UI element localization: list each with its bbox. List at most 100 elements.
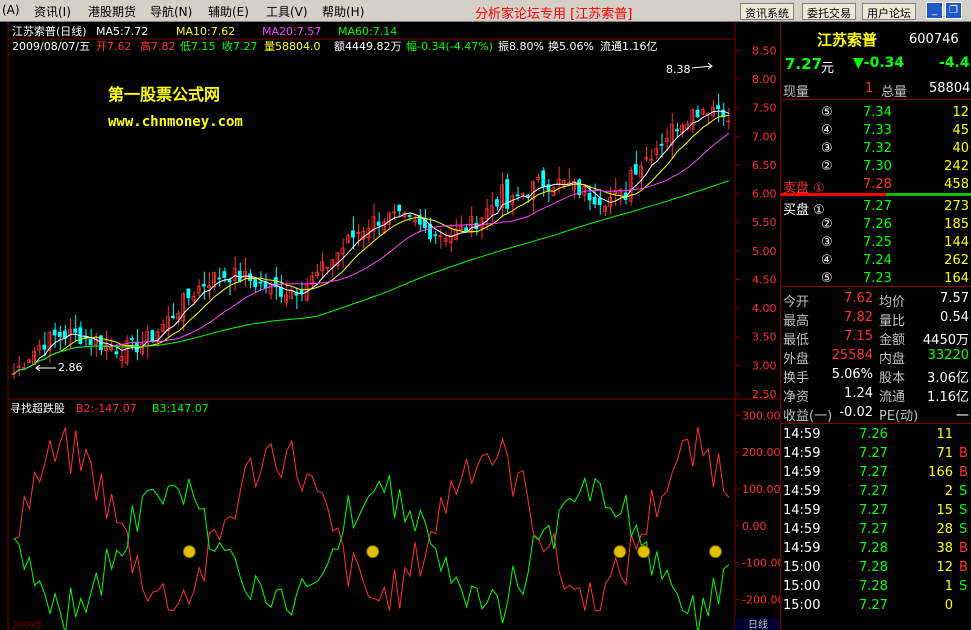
- tick-side: S: [959, 522, 968, 537]
- price-tick-label: 3.50: [752, 331, 777, 344]
- sell-price: 7.32: [863, 141, 892, 156]
- restore-icon[interactable]: ❐: [945, 2, 962, 19]
- stat-row: 换手 5.06% 股本 3.06亿: [781, 366, 971, 386]
- tick-price: 7.27: [859, 598, 888, 613]
- candle-body: [150, 330, 155, 342]
- candle-body: [237, 270, 242, 282]
- sell-level-label: ③: [821, 141, 833, 156]
- buy-volume: 262: [944, 253, 969, 268]
- stat-row: 最高 7.82 量比 0.54: [781, 309, 971, 329]
- tick-time: 15:00: [783, 560, 821, 575]
- stat-row: 今开 7.62 均价 7.57: [781, 290, 971, 310]
- menu-bar: (A) 资讯(I) 港股期货 导航(N) 辅助(E) 工具(V) 帮助(H) 分…: [0, 0, 971, 22]
- sell-volume: 12: [952, 105, 969, 120]
- stock-code: 600746: [909, 32, 959, 47]
- buy-price: 7.23: [863, 271, 892, 286]
- sell-row: ③ 7.32 40: [781, 140, 971, 158]
- stat-label-2: 流通: [879, 390, 906, 405]
- period-label[interactable]: 日线: [748, 618, 768, 630]
- tick-volume: 38: [936, 541, 953, 556]
- stat-value: 5.06%: [831, 367, 873, 382]
- tick-volume: 0: [944, 598, 953, 613]
- candle-body: [227, 279, 232, 283]
- candle-body: [52, 329, 57, 336]
- low-marker: 2.86: [58, 361, 83, 374]
- price-change: ▼-0.34: [853, 55, 905, 71]
- stat-label: 外盘: [783, 352, 810, 367]
- buy-level-label: ②: [821, 217, 833, 232]
- menu-item-nav[interactable]: 导航(N): [150, 3, 192, 20]
- candle-body: [407, 215, 412, 217]
- indicator-tick-label: -100.00: [742, 557, 780, 570]
- stat-label-2: 股本: [879, 371, 906, 386]
- sell-row: ④ 7.33 45: [781, 122, 971, 140]
- tick-volume: 166: [928, 465, 953, 480]
- price-tick-label: 6.00: [752, 188, 777, 201]
- stat-value: 25584: [831, 348, 873, 363]
- tick-side: B: [959, 465, 968, 480]
- candle-body: [217, 277, 222, 280]
- trade-button[interactable]: 委托交易: [802, 3, 856, 20]
- kline-chart[interactable]: 8.50 8.00 7.50 7.00 6.50 6.00 5.50 5.00 4.50 4.00…: [0, 22, 780, 630]
- tick-row: 15:00 7.27 0: [781, 597, 971, 615]
- watermark-title: 第一股票公式网: [108, 85, 220, 104]
- price-tick-label: 4.50: [752, 273, 777, 286]
- tick-volume: 28: [936, 522, 953, 537]
- sell-row: ⑤ 7.34 12: [781, 104, 971, 122]
- ma10-label: MA10:7.62: [176, 25, 235, 38]
- candle-body: [515, 194, 520, 197]
- tick-time: 15:00: [783, 598, 821, 613]
- candle-body: [201, 283, 206, 287]
- menu-item-assist[interactable]: 辅助(E): [208, 3, 249, 20]
- stat-label-2: 均价: [879, 295, 906, 310]
- tick-time: 14:59: [783, 446, 821, 461]
- stat-row: 最低 7.15 金额 4450万: [781, 328, 971, 348]
- sell-level-label: ④: [821, 123, 833, 138]
- menu-item-tools[interactable]: 工具(V): [266, 3, 308, 20]
- menu-item-hk-futures[interactable]: 港股期货: [88, 3, 136, 20]
- stat-value-2: 0.54: [940, 310, 969, 325]
- minimize-icon[interactable]: _: [926, 2, 943, 19]
- stat-label: 净资: [783, 390, 810, 405]
- indicator-tick-label: -200.00: [742, 594, 780, 607]
- menu-item-a[interactable]: (A): [2, 3, 20, 17]
- stat-label: 换手: [783, 371, 810, 386]
- candle-body: [129, 338, 134, 340]
- candle-body: [222, 271, 227, 278]
- candle-body: [587, 192, 592, 201]
- stat-value: -0.02: [839, 405, 873, 420]
- sell-price: 7.28: [863, 177, 892, 192]
- date-axis-label: 2009年: [12, 619, 44, 630]
- price-tick-label: 5.00: [752, 245, 777, 258]
- tick-price: 7.27: [859, 522, 888, 537]
- price-tick-label: 7.00: [752, 130, 777, 143]
- buy-row: ④ 7.24 262: [781, 252, 971, 270]
- tick-volume: 2: [944, 484, 953, 499]
- buy-level-label: ⑤: [821, 271, 833, 286]
- info-amount: 额4449.82万: [334, 40, 402, 53]
- tick-price: 7.28: [859, 560, 888, 575]
- tick-volume: 12: [936, 560, 953, 575]
- menu-item-help[interactable]: 帮助(H): [322, 3, 364, 20]
- ma5-label: MA5:7.72: [96, 25, 148, 38]
- tick-side: B: [959, 446, 968, 461]
- candle-body: [114, 351, 119, 355]
- tick-row: 14:59 7.26 11: [781, 426, 971, 444]
- candle-body: [397, 205, 402, 212]
- candle-body: [253, 279, 258, 288]
- stat-value: 7.62: [844, 291, 873, 306]
- sell-price: 7.34: [863, 105, 892, 120]
- tick-price: 7.28: [859, 579, 888, 594]
- candle-body: [376, 221, 381, 226]
- menu-item-info[interactable]: 资讯(I): [34, 3, 71, 20]
- buy-price: 7.27: [863, 199, 892, 214]
- sell-level-label: ⑤: [821, 105, 833, 120]
- candle-body: [505, 179, 510, 209]
- chart-title: 江苏索普(日线): [12, 24, 87, 38]
- forum-button[interactable]: 用户论坛: [862, 3, 916, 20]
- indicator-tick-label: 0.00: [742, 520, 767, 533]
- stat-label-2: 量比: [879, 314, 906, 329]
- candle-body: [433, 234, 438, 237]
- sell-volume: 458: [944, 177, 969, 192]
- info-system-button[interactable]: 资讯系统: [740, 3, 794, 20]
